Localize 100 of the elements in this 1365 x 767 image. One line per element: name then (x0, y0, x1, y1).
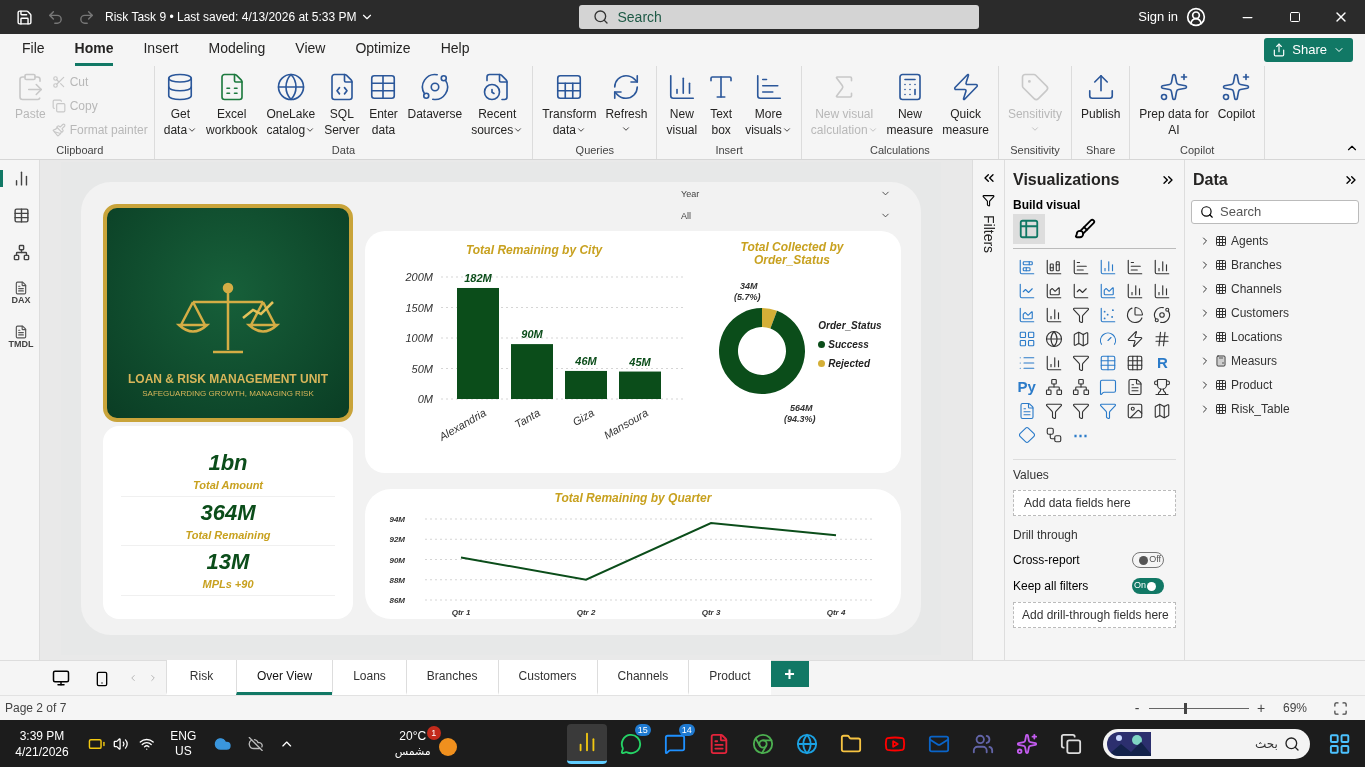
axis-label: Qtr 2 (576, 608, 596, 617)
language-indicator[interactable]: ENG US (170, 728, 197, 759)
clock-time[interactable]: 3:39 PM (19, 727, 65, 744)
bar[interactable] (565, 370, 607, 399)
ribbon-button[interactable]: Transform data (539, 66, 600, 142)
visual-type-button[interactable] (1070, 401, 1091, 421)
page-tab[interactable]: Over View (236, 660, 333, 695)
search-input[interactable]: Search (617, 6, 958, 28)
ribbon-button[interactable]: SQL Server (321, 66, 363, 142)
page-tab[interactable]: Channels (596, 660, 689, 695)
ribbon-button[interactable]: Publish (1077, 66, 1124, 142)
ribbon-button[interactable]: Refresh (602, 66, 651, 142)
donut-slice[interactable] (762, 308, 778, 329)
drop-zone[interactable]: Add drill-through fields here (1013, 602, 1176, 628)
zoom-slider[interactable] (1149, 702, 1249, 714)
ribbon-button[interactable]: Recent sources (468, 66, 527, 142)
taskbar-app[interactable]: 15 (610, 723, 651, 764)
search-field[interactable]: بحث (1156, 734, 1278, 753)
zoom-out-button[interactable]: - (1131, 697, 1143, 719)
taskbar-app[interactable] (566, 723, 607, 764)
undo-icon[interactable] (47, 8, 64, 26)
visual-type-button[interactable] (1125, 305, 1146, 325)
table-item[interactable]: Channels (1199, 280, 1359, 298)
page-tab[interactable]: Loans (332, 660, 406, 695)
sign-in-link[interactable]: Sign in (1138, 7, 1178, 27)
phone-icon[interactable] (94, 671, 110, 687)
table-item[interactable]: Product (1199, 376, 1359, 394)
add-page-button[interactable]: + (770, 661, 809, 687)
menu-tab[interactable]: Help (440, 34, 470, 66)
search-field[interactable]: Search (1191, 200, 1359, 224)
dax-view-button[interactable]: DAX (0, 281, 40, 305)
page-tab[interactable]: Customers (497, 660, 597, 695)
table-item[interactable]: Branches (1199, 256, 1359, 274)
ribbon-button[interactable]: Get data (160, 66, 201, 142)
taskbar-app[interactable]: 14 (654, 723, 695, 764)
cloud-off-icon[interactable] (247, 735, 264, 752)
ribbon-button[interactable]: Excel workbook (203, 66, 261, 142)
slider-thumb[interactable] (1184, 702, 1187, 714)
table-item[interactable]: Risk_Table (1199, 400, 1359, 418)
visual-type-button[interactable] (1043, 329, 1064, 349)
visual-type-button[interactable]: Py (1016, 377, 1037, 397)
notification-badge: 1 (426, 725, 441, 740)
chart-icon (1044, 306, 1063, 324)
page-tab[interactable]: Risk (166, 660, 236, 695)
visual-type-button[interactable] (1152, 377, 1173, 397)
ribbon-button[interactable]: OneLake catalog (263, 66, 319, 142)
table-item[interactable]: Agents (1199, 232, 1359, 250)
page-tab[interactable]: Branches (405, 660, 498, 695)
volume-icon[interactable] (113, 735, 129, 752)
ribbon-button[interactable]: Quick measure (939, 66, 992, 142)
taskbar-search[interactable]: بحث (1102, 728, 1310, 759)
ribbon-button[interactable]: Copilot (1214, 66, 1259, 142)
weather-temperature[interactable]: 20°C (399, 727, 427, 744)
table-item[interactable]: Customers (1199, 304, 1359, 322)
ribbon-button[interactable]: Text box (703, 66, 740, 142)
toggle-switch[interactable]: On (1132, 578, 1164, 594)
visual-type-button[interactable] (1043, 377, 1064, 397)
maximize-icon[interactable] (1289, 11, 1301, 23)
start-icon[interactable] (1327, 731, 1351, 756)
visual-type-button[interactable] (1043, 401, 1064, 421)
save-icon[interactable] (16, 8, 33, 26)
page-tab[interactable]: Product (688, 660, 771, 695)
menu-tab[interactable]: Insert (143, 34, 179, 66)
group-label: Queries (574, 142, 616, 158)
share-button[interactable]: Share (1264, 38, 1353, 62)
clock-date[interactable]: 4/21/2026 (15, 743, 69, 760)
visual-type-button[interactable]: ⋯ (1070, 425, 1091, 445)
visual-type-button[interactable]: R (1152, 353, 1173, 373)
menu-tab[interactable]: File (22, 34, 45, 66)
fit-to-page-icon[interactable] (1333, 700, 1348, 716)
zoom-in-button[interactable]: + (1255, 697, 1267, 719)
user-icon[interactable] (1186, 7, 1206, 27)
ribbon-button[interactable]: More visuals (742, 66, 795, 142)
build-visual-tab[interactable] (1013, 214, 1045, 244)
visual-type-button[interactable] (1070, 305, 1091, 325)
menu-tab[interactable]: Modeling (208, 34, 266, 66)
donut-slice[interactable] (719, 308, 806, 394)
ribbon-button[interactable]: New visual (663, 66, 701, 142)
menu-tab[interactable]: View (295, 34, 326, 66)
visual-type-button[interactable] (1152, 305, 1173, 325)
visual-type-button[interactable] (1070, 353, 1091, 373)
weather-condition[interactable]: مشمس (394, 743, 431, 760)
search-input[interactable]: Search (1220, 202, 1350, 222)
ribbon-button[interactable]: Enter data (365, 66, 402, 142)
desktop-icon[interactable] (52, 669, 70, 687)
year-slicer[interactable]: Year All (681, 188, 891, 223)
ribbon-button[interactable]: Dataverse (404, 66, 466, 142)
line-series[interactable] (460, 522, 837, 581)
table-item[interactable]: Measurs (1199, 352, 1359, 370)
bar[interactable] (619, 371, 661, 399)
visual-type-button[interactable] (1070, 377, 1091, 397)
table-item[interactable]: Locations (1199, 328, 1359, 346)
drop-zone[interactable]: Add data fields here (1013, 490, 1176, 516)
search-field[interactable]: Search (579, 5, 980, 29)
redo-icon[interactable] (78, 8, 95, 26)
filters-label[interactable]: Filters (978, 215, 999, 254)
tmdl-view-button[interactable]: TMDL (0, 325, 40, 349)
ribbon-button[interactable]: Prep data for AI (1136, 66, 1212, 142)
menu-tab[interactable]: Optimize (355, 34, 411, 66)
ribbon-button[interactable]: New measure (883, 66, 937, 142)
